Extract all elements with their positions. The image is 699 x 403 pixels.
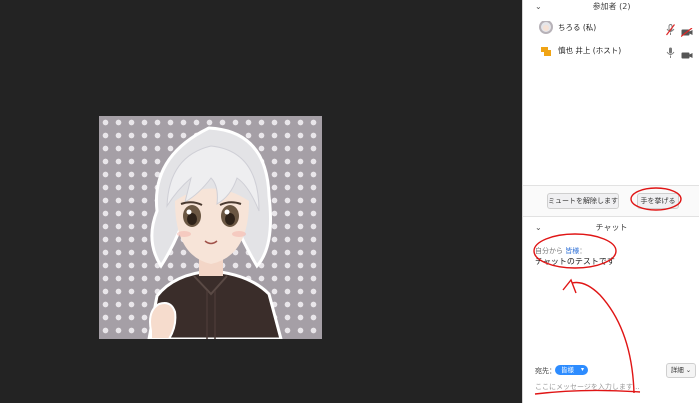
recipient-dropdown[interactable]: 皆様 ▾: [555, 365, 588, 375]
avatar: [539, 20, 553, 34]
video-icon: [681, 45, 693, 64]
participants-header[interactable]: ⌄ 参加者 (2): [523, 0, 699, 16]
participants-actions: ミュートを解除します 手を挙げる: [523, 185, 699, 217]
video-off-icon: [680, 22, 693, 41]
recipient-value: 皆様: [561, 366, 574, 374]
participant-row[interactable]: ちろる (私): [523, 18, 699, 38]
video-area: [0, 0, 522, 403]
unmute-button[interactable]: ミュートを解除します: [547, 193, 619, 209]
participant-name: ちろる (私): [558, 23, 597, 32]
side-panel: ⌄ 参加者 (2) ちろる (私) 慎也 井上 (ホスト) ミュートを解除します…: [522, 0, 699, 403]
profile-picture: [99, 116, 322, 339]
detail-label: 詳細: [670, 366, 684, 374]
to-label: 宛先：: [535, 367, 556, 375]
mic-icon: [666, 44, 675, 63]
participant-row[interactable]: 慎也 井上 (ホスト): [523, 41, 699, 61]
anime-girl-illustration: [147, 126, 283, 339]
host-avatar: [539, 43, 553, 57]
chat-message-meta: 自分から 皆様：: [535, 247, 587, 255]
chat-recipient: 皆様: [565, 247, 580, 255]
chat-header[interactable]: ⌄ チャット: [523, 221, 699, 237]
more-details-button[interactable]: 詳細 ⌄: [666, 363, 696, 378]
raise-hand-button[interactable]: 手を挙げる: [637, 193, 679, 209]
mic-muted-icon: [666, 21, 675, 40]
chat-sender-prefix: 自分から: [535, 247, 563, 255]
participant-name: 慎也 井上 (ホスト): [558, 46, 622, 55]
participants-title: 参加者 (2): [592, 2, 631, 11]
chat-message-input[interactable]: [535, 381, 685, 393]
chat-message-text: チャットのテストです: [535, 257, 615, 266]
chat-title: チャット: [595, 223, 628, 232]
dropdown-arrow-icon: ▾: [580, 366, 584, 373]
